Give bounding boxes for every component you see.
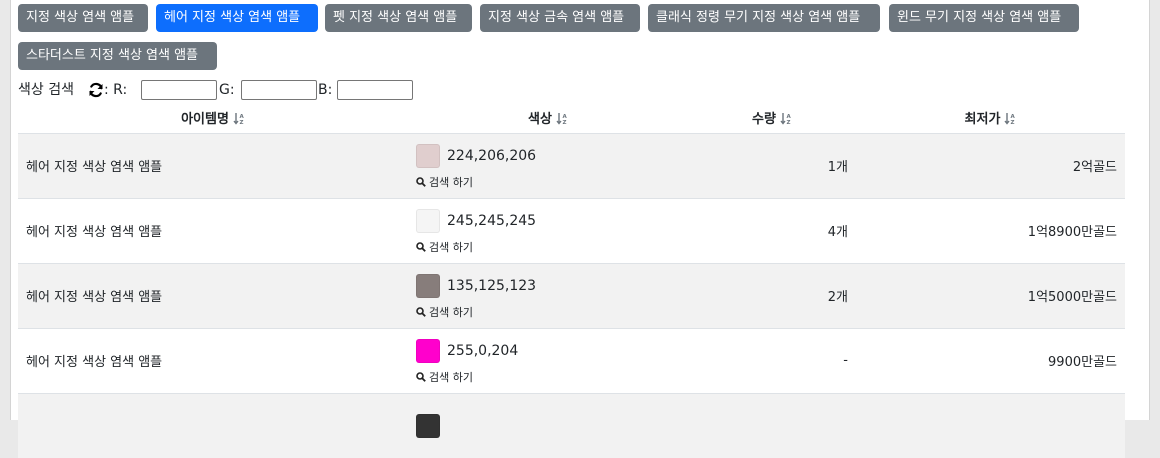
table-row bbox=[18, 392, 1125, 458]
sort-icon[interactable]: AZ bbox=[780, 112, 792, 125]
color-swatch bbox=[416, 208, 440, 233]
item-qty bbox=[688, 392, 856, 458]
sort-icon[interactable]: AZ bbox=[1004, 112, 1016, 125]
header-color[interactable]: 색상 A Z bbox=[408, 103, 688, 134]
item-name: 헤어 지정 색상 염색 앰플 bbox=[18, 197, 408, 263]
tab-metal-dye-ampoule[interactable]: 지정 색상 금속 염색 앰플 bbox=[480, 4, 640, 32]
search-link[interactable]: 검색 하기 bbox=[416, 239, 680, 255]
color-cell: 245,245,245 검색 하기 bbox=[408, 197, 688, 263]
r-input[interactable] bbox=[141, 80, 217, 100]
svg-text:Z: Z bbox=[786, 120, 790, 125]
b-input[interactable] bbox=[337, 80, 413, 100]
search-link[interactable]: 검색 하기 bbox=[416, 174, 680, 190]
color-cell: 255,0,204 검색 하기 bbox=[408, 327, 688, 393]
refresh-icon[interactable] bbox=[88, 82, 104, 98]
rgb-value: 245,245,245 bbox=[447, 212, 537, 229]
svg-text:Z: Z bbox=[239, 120, 243, 125]
tab-classic-spirit-weapon-dye[interactable]: 클래식 정령 무기 지정 색상 염색 앰플 bbox=[648, 4, 880, 32]
item-qty: 4개 bbox=[688, 197, 856, 263]
color-cell: 224,206,206 검색 하기 bbox=[408, 132, 688, 198]
b-label: B: bbox=[318, 82, 333, 98]
search-link[interactable]: 검색 하기 bbox=[416, 369, 680, 385]
table-header-row: 아이템명 A Z 색상 A Z 수량 A Z 최저가 A Z bbox=[18, 103, 1125, 134]
item-price: 1억5000만골드 bbox=[856, 262, 1125, 328]
item-qty: - bbox=[688, 327, 856, 393]
svg-text:Z: Z bbox=[562, 120, 566, 125]
color-cell bbox=[408, 392, 688, 458]
table-row: 헤어 지정 색상 염색 앰플 224,206,206 검색 하기 1개 2억골드 bbox=[18, 132, 1125, 198]
header-item-name[interactable]: 아이템명 A Z bbox=[18, 103, 408, 134]
g-label: G: bbox=[219, 82, 235, 98]
svg-text:Z: Z bbox=[1011, 120, 1015, 125]
item-name: 헤어 지정 색상 염색 앰플 bbox=[18, 262, 408, 328]
color-swatch bbox=[416, 338, 440, 363]
tab-wind-weapon-dye[interactable]: 윈드 무기 지정 색상 염색 앰플 bbox=[889, 4, 1079, 32]
search-icon bbox=[416, 241, 426, 252]
color-cell: 135,125,123 검색 하기 bbox=[408, 262, 688, 328]
sort-icon[interactable]: AZ bbox=[233, 112, 245, 125]
item-name: 헤어 지정 색상 염색 앰플 bbox=[18, 132, 408, 198]
price-table: 아이템명 A Z 색상 A Z 수량 A Z 최저가 A Z 헤어 지정 색상 염색 앰플 22… bbox=[18, 103, 1125, 458]
table-row: 헤어 지정 색상 염색 앰플 135,125,123 검색 하기 2개 1억50… bbox=[18, 262, 1125, 328]
color-swatch bbox=[416, 143, 440, 168]
tab-stardust-dye[interactable]: 스타더스트 지정 색상 염색 앰플 bbox=[18, 42, 217, 70]
rgb-value: 224,206,206 bbox=[447, 147, 537, 164]
table-row: 헤어 지정 색상 염색 앰플 255,0,204 검색 하기 - 9900만골드 bbox=[18, 327, 1125, 393]
search-link[interactable]: 검색 하기 bbox=[416, 304, 680, 320]
g-input[interactable] bbox=[241, 80, 317, 100]
item-name bbox=[18, 392, 408, 458]
color-search-label: 색상 검색 bbox=[18, 82, 74, 98]
rgb-value: 135,125,123 bbox=[447, 277, 537, 294]
tab-dye-ampoule[interactable]: 지정 색상 염색 앰플 bbox=[18, 4, 148, 32]
item-price bbox=[856, 392, 1125, 458]
header-qty[interactable]: 수량 A Z bbox=[688, 103, 856, 134]
item-price: 9900만골드 bbox=[856, 327, 1125, 393]
item-price: 1억8900만골드 bbox=[856, 197, 1125, 263]
search-icon bbox=[416, 306, 426, 317]
tab-pet-dye-ampoule[interactable]: 펫 지정 색상 염색 앰플 bbox=[325, 4, 472, 32]
search-icon bbox=[416, 176, 426, 187]
item-qty: 1개 bbox=[688, 132, 856, 198]
color-swatch bbox=[416, 413, 440, 438]
r-label: : R: bbox=[104, 82, 128, 98]
table-row: 헤어 지정 색상 염색 앰플 245,245,245 검색 하기 4개 1억89… bbox=[18, 197, 1125, 263]
item-qty: 2개 bbox=[688, 262, 856, 328]
sort-icon[interactable]: AZ bbox=[556, 112, 568, 125]
header-lowest-price[interactable]: 최저가 A Z bbox=[856, 103, 1125, 134]
item-price: 2억골드 bbox=[856, 132, 1125, 198]
color-swatch bbox=[416, 273, 440, 298]
item-name: 헤어 지정 색상 염색 앰플 bbox=[18, 327, 408, 393]
search-icon bbox=[416, 371, 426, 382]
tab-hair-dye-ampoule[interactable]: 헤어 지정 색상 염색 앰플 bbox=[156, 4, 318, 32]
rgb-value: 255,0,204 bbox=[447, 342, 519, 359]
